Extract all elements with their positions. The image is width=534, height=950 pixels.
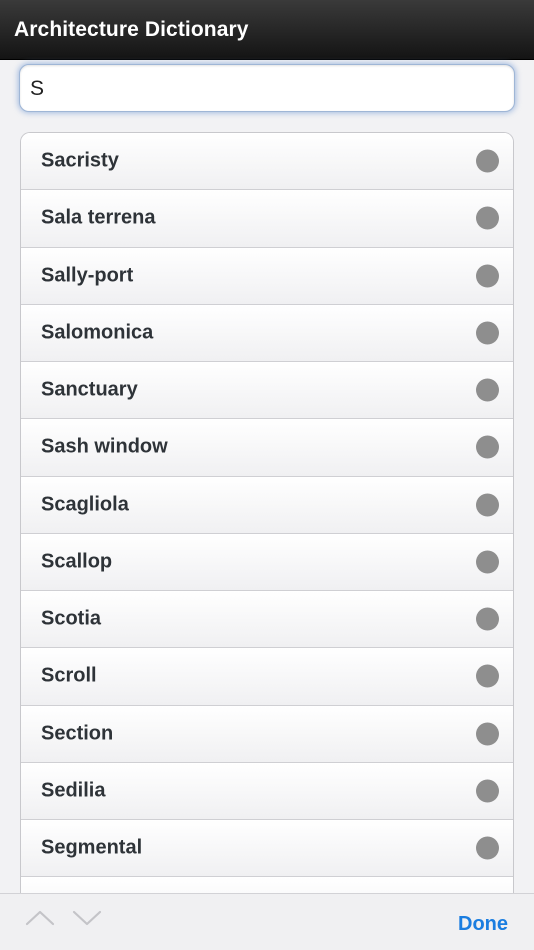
keyboard-toolbar: Done xyxy=(0,893,534,950)
list-item[interactable]: Scroll xyxy=(21,648,513,706)
list-item-label: Sally-port xyxy=(41,264,134,287)
disclosure-dot-icon xyxy=(476,664,499,688)
disclosure-dot-icon xyxy=(476,149,499,173)
list-item[interactable]: Sedilia xyxy=(21,762,513,820)
list-item-label: Sala terrena xyxy=(41,206,156,229)
disclosure-dot-icon xyxy=(476,378,499,402)
list-item[interactable]: Salomonica xyxy=(21,304,513,362)
app-title: Architecture Dictionary xyxy=(14,18,249,41)
disclosure-dot-icon xyxy=(476,550,499,574)
disclosure-dot-icon xyxy=(476,836,499,860)
disclosure-dot-icon xyxy=(476,321,499,345)
list-item[interactable]: Sally-port xyxy=(21,247,513,305)
list-item-label: Segmental xyxy=(41,836,143,859)
list-item-label: Salomonica xyxy=(41,321,154,344)
list-item[interactable]: Sanctuary xyxy=(21,362,513,420)
chevron-down-icon[interactable] xyxy=(72,908,102,928)
disclosure-dot-icon xyxy=(476,435,499,459)
title-bar: Architecture Dictionary xyxy=(0,0,534,60)
done-button[interactable]: Done xyxy=(458,913,508,936)
term-list: Sacristy Sala terrena Sally-port Salomon… xyxy=(20,132,514,912)
list-item-label: Scallop xyxy=(41,550,113,573)
list-item-label: Section xyxy=(41,722,114,745)
list-item[interactable]: Segmental xyxy=(21,820,513,878)
list-item-label: Sedilia xyxy=(41,779,106,802)
list-item[interactable]: Scotia xyxy=(21,591,513,649)
list-item-label: Scotia xyxy=(41,607,102,630)
disclosure-dot-icon xyxy=(476,779,499,803)
list-item-label: Scroll xyxy=(41,664,97,687)
chevron-up-icon[interactable] xyxy=(25,908,55,928)
list-item[interactable]: Scallop xyxy=(21,533,513,591)
list-item-label: Sanctuary xyxy=(41,378,138,401)
search-field[interactable] xyxy=(19,64,515,112)
disclosure-dot-icon xyxy=(476,264,499,288)
list-item[interactable]: Sala terrena xyxy=(21,190,513,248)
disclosure-dot-icon xyxy=(476,206,499,230)
list-item[interactable]: Sash window xyxy=(21,419,513,477)
list-item[interactable]: Section xyxy=(21,705,513,763)
list-item-label: Sacristy xyxy=(41,149,119,172)
list-item[interactable]: Scagliola xyxy=(21,476,513,534)
disclosure-dot-icon xyxy=(476,722,499,746)
list-item[interactable]: Sacristy xyxy=(21,133,513,191)
search-input[interactable] xyxy=(30,74,500,104)
disclosure-dot-icon xyxy=(476,607,499,631)
list-item-label: Sash window xyxy=(41,435,168,458)
list-item-label: Scagliola xyxy=(41,493,129,516)
disclosure-dot-icon xyxy=(476,493,499,517)
